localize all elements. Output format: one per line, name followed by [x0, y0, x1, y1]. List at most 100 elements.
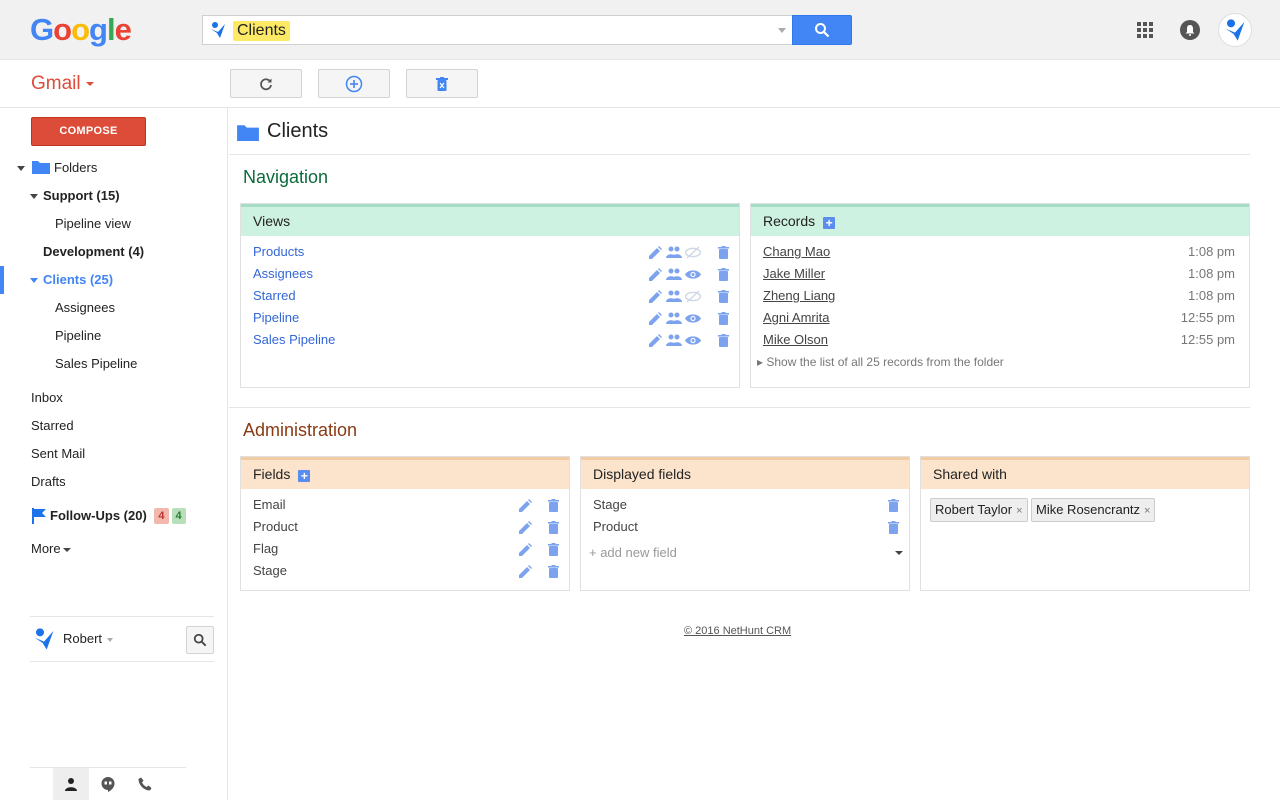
view-link[interactable]: Pipeline	[253, 307, 299, 329]
delete-icon[interactable]	[545, 497, 561, 513]
show-all-records-link[interactable]: ▸ Show the list of all 25 records from t…	[757, 355, 1004, 369]
delete-icon[interactable]	[545, 541, 561, 557]
collapse-clients-icon[interactable]	[30, 278, 38, 283]
sidebar-item-folders[interactable]: Folders	[54, 158, 97, 178]
delete-icon[interactable]	[715, 244, 731, 260]
view-link[interactable]: Assignees	[253, 263, 313, 285]
sidebar-item-inbox[interactable]: Inbox	[31, 388, 63, 408]
visible-icon[interactable]	[685, 310, 701, 326]
record-link[interactable]: Jake Miller	[763, 263, 825, 285]
visible-icon[interactable]	[685, 266, 701, 282]
account-avatar[interactable]	[1218, 13, 1252, 47]
footer-copyright-link[interactable]: © 2016 NetHunt CRM	[684, 625, 791, 637]
search-input[interactable]: Clients	[202, 15, 792, 45]
delete-icon[interactable]	[715, 266, 731, 282]
collapse-support-icon[interactable]	[30, 194, 38, 199]
field-row: Email	[241, 494, 569, 516]
sidebar-item-drafts[interactable]: Drafts	[31, 472, 66, 492]
edit-icon[interactable]	[647, 288, 663, 304]
search-folder-chip[interactable]: Clients	[233, 21, 290, 41]
sidebar-item-support[interactable]: Support (15)	[43, 186, 120, 206]
edit-icon[interactable]	[647, 244, 663, 260]
edit-icon[interactable]	[647, 332, 663, 348]
sidebar-item-assignees[interactable]: Assignees	[55, 298, 115, 318]
remove-icon[interactable]: ×	[1144, 505, 1150, 517]
add-new-field-select[interactable]: + add new field	[589, 543, 903, 563]
add-record-icon[interactable]: +	[823, 217, 836, 229]
collapse-folders-icon[interactable]	[17, 166, 25, 171]
remove-icon[interactable]: ×	[1016, 505, 1022, 517]
edit-icon[interactable]	[517, 541, 533, 557]
delete-icon[interactable]	[885, 519, 901, 535]
record-link[interactable]: Chang Mao	[763, 241, 830, 263]
contacts-search-button[interactable]	[186, 626, 214, 654]
delete-icon[interactable]	[545, 519, 561, 535]
field-actions	[517, 541, 561, 557]
add-record-button[interactable]	[318, 69, 390, 98]
record-time: 12:55 pm	[1180, 332, 1235, 347]
field-actions	[517, 563, 561, 579]
field-label: Stage	[253, 563, 287, 578]
share-icon[interactable]	[666, 288, 682, 304]
edit-icon[interactable]	[647, 266, 663, 282]
more-label: More	[31, 541, 61, 556]
more-menu[interactable]: More	[31, 539, 71, 559]
shared-with-panel: Shared with Robert Taylor × Mike Rosencra…	[920, 456, 1250, 591]
share-icon[interactable]	[666, 332, 682, 348]
sidebar-item-starred[interactable]: Starred	[31, 416, 74, 436]
delete-folder-button[interactable]	[406, 69, 478, 98]
gmail-menu[interactable]: Gmail	[31, 73, 94, 95]
delete-icon[interactable]	[715, 332, 731, 348]
record-time: 12:55 pm	[1180, 310, 1235, 325]
displayed-fields-title: Displayed fields	[593, 466, 692, 482]
notifications-bell-icon[interactable]	[1180, 20, 1200, 40]
add-new-field-placeholder: + add new field	[589, 545, 677, 560]
follow-ups-label: Follow-Ups (20)	[50, 508, 147, 523]
search-button[interactable]	[792, 15, 852, 45]
view-link[interactable]: Products	[253, 241, 304, 263]
tab-hangouts[interactable]	[90, 768, 126, 800]
tab-phone[interactable]	[127, 768, 163, 800]
share-icon[interactable]	[666, 310, 682, 326]
search-options-dropdown-icon[interactable]	[778, 28, 786, 33]
record-link[interactable]: Agni Amrita	[763, 307, 829, 329]
displayed-field-label: Product	[593, 519, 638, 534]
edit-icon[interactable]	[517, 563, 533, 579]
displayed-field-row: Stage	[581, 494, 909, 516]
sidebar-item-clients[interactable]: Clients (25)	[43, 270, 113, 290]
apps-grid-icon[interactable]	[1137, 22, 1153, 38]
delete-icon[interactable]	[715, 288, 731, 304]
sidebar-item-development[interactable]: Development (4)	[43, 242, 144, 262]
tab-contacts[interactable]	[53, 768, 89, 800]
delete-icon[interactable]	[885, 497, 901, 513]
record-link[interactable]: Zheng Liang	[763, 285, 835, 307]
share-icon[interactable]	[666, 244, 682, 260]
view-link[interactable]: Starred	[253, 285, 296, 307]
view-link[interactable]: Sales Pipeline	[253, 329, 335, 351]
record-link[interactable]: Mike Olson	[763, 329, 828, 351]
sidebar-item-sales-pipeline[interactable]: Sales Pipeline	[55, 354, 137, 374]
add-field-icon[interactable]: +	[298, 470, 311, 482]
delete-icon[interactable]	[715, 310, 731, 326]
records-panel-header: Records +	[751, 204, 1249, 236]
delete-icon[interactable]	[545, 563, 561, 579]
google-logo[interactable]: Google	[30, 12, 132, 48]
user-menu[interactable]: Robert	[63, 629, 114, 649]
compose-button[interactable]: COMPOSE	[31, 117, 146, 146]
toolbar: Gmail	[0, 60, 1280, 108]
sidebar-item-pipeline-view[interactable]: Pipeline view	[55, 214, 131, 234]
sidebar-item-follow-ups[interactable]: Follow-Ups (20) 44	[50, 506, 186, 526]
visible-icon[interactable]	[685, 332, 701, 348]
hidden-icon[interactable]	[685, 244, 701, 260]
sidebar-item-pipeline[interactable]: Pipeline	[55, 326, 101, 346]
share-icon[interactable]	[666, 266, 682, 282]
refresh-button[interactable]	[230, 69, 302, 98]
field-row: Flag	[241, 538, 569, 560]
hidden-icon[interactable]	[685, 288, 701, 304]
view-row: Pipeline	[241, 307, 739, 329]
edit-icon[interactable]	[517, 497, 533, 513]
sidebar-item-sent-mail[interactable]: Sent Mail	[31, 444, 85, 464]
user-avatar-icon[interactable]	[32, 627, 56, 651]
edit-icon[interactable]	[647, 310, 663, 326]
edit-icon[interactable]	[517, 519, 533, 535]
